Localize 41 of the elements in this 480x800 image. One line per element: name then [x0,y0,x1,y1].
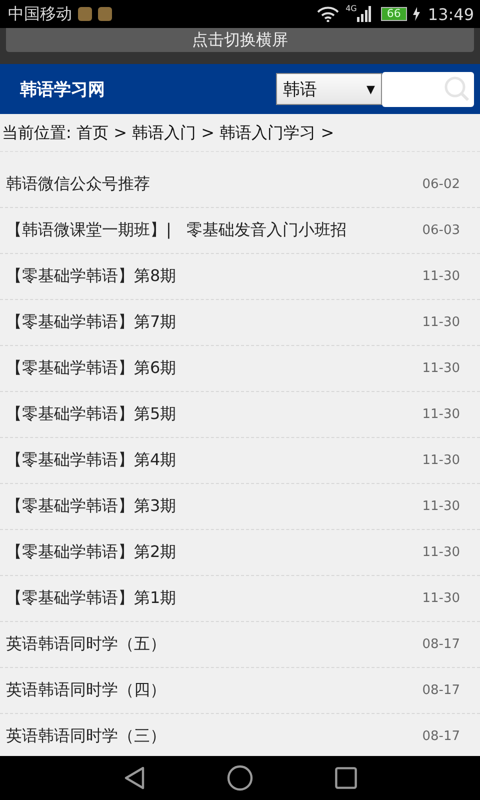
article-date: 11-30 [422,591,460,606]
language-select[interactable]: 韩语 ▼ [276,73,382,105]
article-link[interactable]: 英语韩语同时学（四） [6,680,166,701]
back-icon[interactable] [123,766,145,790]
signal-icon [356,6,371,22]
clock-time: 13:49 [428,4,474,24]
recent-apps-icon[interactable] [335,767,357,789]
article-date: 11-30 [422,315,460,330]
article-date: 08-17 [422,683,460,698]
article-link[interactable]: 【零基础学韩语】第7期 [6,312,176,333]
article-date: 11-30 [422,499,460,514]
article-link[interactable]: 【零基础学韩语】第8期 [6,266,176,287]
rotate-screen-button[interactable]: 点击切换横屏 [6,28,474,52]
wifi-icon [316,6,340,22]
article-date: 11-30 [422,361,460,376]
home-icon[interactable] [227,765,253,791]
search-field[interactable] [382,72,474,106]
site-title[interactable]: 韩语学习网 [20,78,276,100]
article-link[interactable]: 【零基础学韩语】第2期 [6,542,176,563]
article-date: 11-30 [422,453,460,468]
article-link[interactable]: 【零基础学韩语】第1期 [6,588,176,609]
carrier-name: 中国移动 [8,4,72,24]
battery-level: 66 [380,7,407,21]
article-link[interactable]: 【韩语微课堂一期班】| 零基础发音入门小班招 [6,220,347,241]
article-date: 11-30 [422,407,460,422]
article-date: 06-03 [422,223,460,238]
article-link[interactable]: 英语韩语同时学（五） [6,634,166,655]
breadcrumb: 当前位置: 首页 > 韩语入门 > 韩语入门学习 > [0,114,480,152]
article-link[interactable]: 韩语微信公众号推荐 [6,174,150,195]
article-date: 08-17 [422,637,460,652]
article-date: 06-02 [422,177,460,192]
article-link[interactable]: 【零基础学韩语】第4期 [6,450,176,471]
article-link[interactable]: 【零基础学韩语】第6期 [6,358,176,379]
article-date: 08-17 [422,729,460,744]
article-link[interactable]: 英语韩语同时学（三） [6,726,166,747]
charging-icon [412,7,420,21]
article-date: 11-30 [422,269,460,284]
article-link[interactable]: 【零基础学韩语】第3期 [6,496,176,517]
article-date: 11-30 [422,545,460,560]
article-link[interactable]: 【零基础学韩语】第5期 [6,404,176,425]
network-type: 4G [346,4,357,13]
